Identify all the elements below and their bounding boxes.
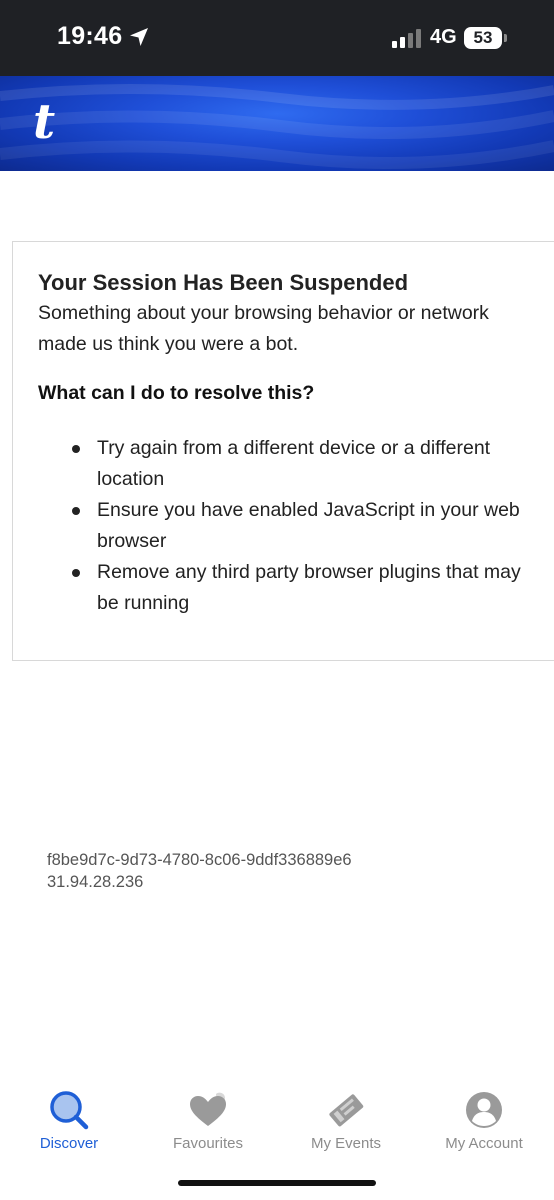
tab-label: Discover — [39, 1135, 99, 1152]
card-subtitle: What can I do to resolve this? — [38, 382, 315, 404]
search-icon — [50, 1091, 89, 1130]
network-type: 4G — [430, 26, 457, 48]
bullet-icon — [72, 445, 80, 453]
tip-item: Remove any third party browser plugins t… — [38, 557, 538, 619]
resolution-tips-list: Try again from a different device or a d… — [38, 433, 538, 619]
tip-text: Remove any third party browser plugins t… — [97, 561, 521, 614]
tab-my-account[interactable]: My Account — [415, 1080, 553, 1160]
home-indicator[interactable] — [178, 1180, 376, 1186]
bullet-icon — [72, 569, 80, 577]
heart-icon — [190, 1092, 226, 1126]
location-arrow-icon — [130, 28, 148, 46]
ticketmaster-logo[interactable]: t — [33, 98, 55, 146]
tip-text: Try again from a different device or a d… — [97, 437, 491, 490]
tab-my-events[interactable]: My Events — [277, 1080, 415, 1160]
tab-discover[interactable]: Discover — [0, 1080, 138, 1160]
tip-item: Ensure you have enabled JavaScript in yo… — [38, 495, 538, 557]
ip-address: 31.94.28.236 — [47, 873, 144, 891]
app-header — [0, 76, 554, 171]
status-time: 19:46 — [57, 22, 123, 50]
tip-item: Try again from a different device or a d… — [38, 433, 538, 495]
suspension-card: Your Session Has Been Suspended Somethin… — [12, 241, 554, 661]
status-bar: 19:46 4G 53 — [0, 0, 554, 76]
tab-label: My Events — [310, 1135, 382, 1152]
battery-level: 53 — [464, 27, 502, 49]
header-wave-pattern — [0, 83, 554, 170]
reference-id: f8be9d7c-9d73-4780-8c06-9ddf336889e6 — [47, 851, 352, 869]
bullet-icon — [72, 507, 80, 515]
tip-text: Ensure you have enabled JavaScript in yo… — [97, 499, 520, 552]
account-icon — [466, 1092, 502, 1128]
tab-favourites[interactable]: Favourites — [139, 1080, 277, 1160]
tab-label: Favourites — [172, 1135, 244, 1152]
card-title: Your Session Has Been Suspended — [38, 270, 409, 295]
signal-strength-icon — [392, 29, 421, 48]
card-description: Something about your browsing behavior o… — [38, 302, 489, 355]
tab-label: My Account — [445, 1135, 523, 1152]
ticket-icon — [329, 1094, 364, 1127]
battery-cap — [504, 34, 507, 42]
